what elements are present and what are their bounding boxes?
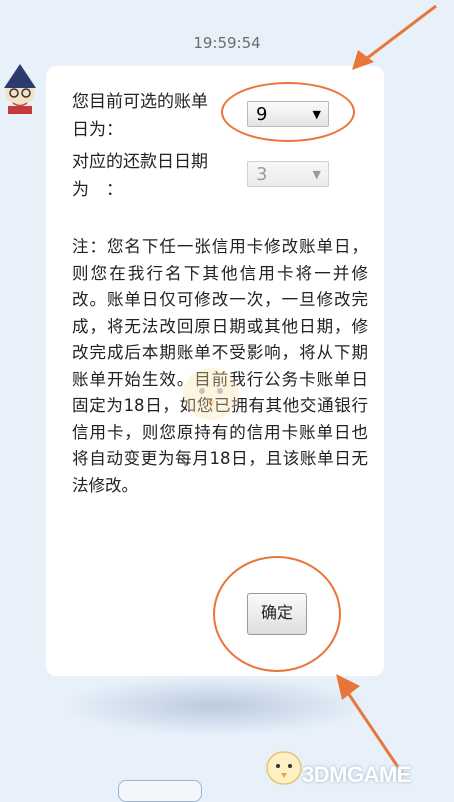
bill-day-label-line2: 日为： bbox=[72, 120, 123, 140]
repay-day-label-line1: 对应的还款日日期 bbox=[72, 152, 208, 172]
annotation-arrow-icon bbox=[352, 4, 437, 70]
dropdown-arrow-icon: ▼ bbox=[312, 168, 321, 181]
watermark-text: 3DMGAME bbox=[302, 762, 411, 787]
bottom-button-fragment bbox=[118, 780, 202, 802]
repay-day-value: 3 bbox=[256, 164, 268, 185]
repay-day-label-line2: 为 ： bbox=[72, 180, 123, 200]
bill-day-label-line1: 您目前可选的账单 bbox=[72, 92, 208, 112]
repay-day-select: 3 ▼ bbox=[247, 161, 329, 187]
annotation-ring-confirm bbox=[213, 556, 341, 672]
center-watermark-mascot-icon bbox=[183, 368, 239, 420]
annotation-ring-select bbox=[221, 82, 355, 142]
bot-avatar bbox=[4, 64, 36, 114]
blurred-region bbox=[60, 676, 370, 736]
watermark-mascot-icon bbox=[266, 751, 302, 785]
